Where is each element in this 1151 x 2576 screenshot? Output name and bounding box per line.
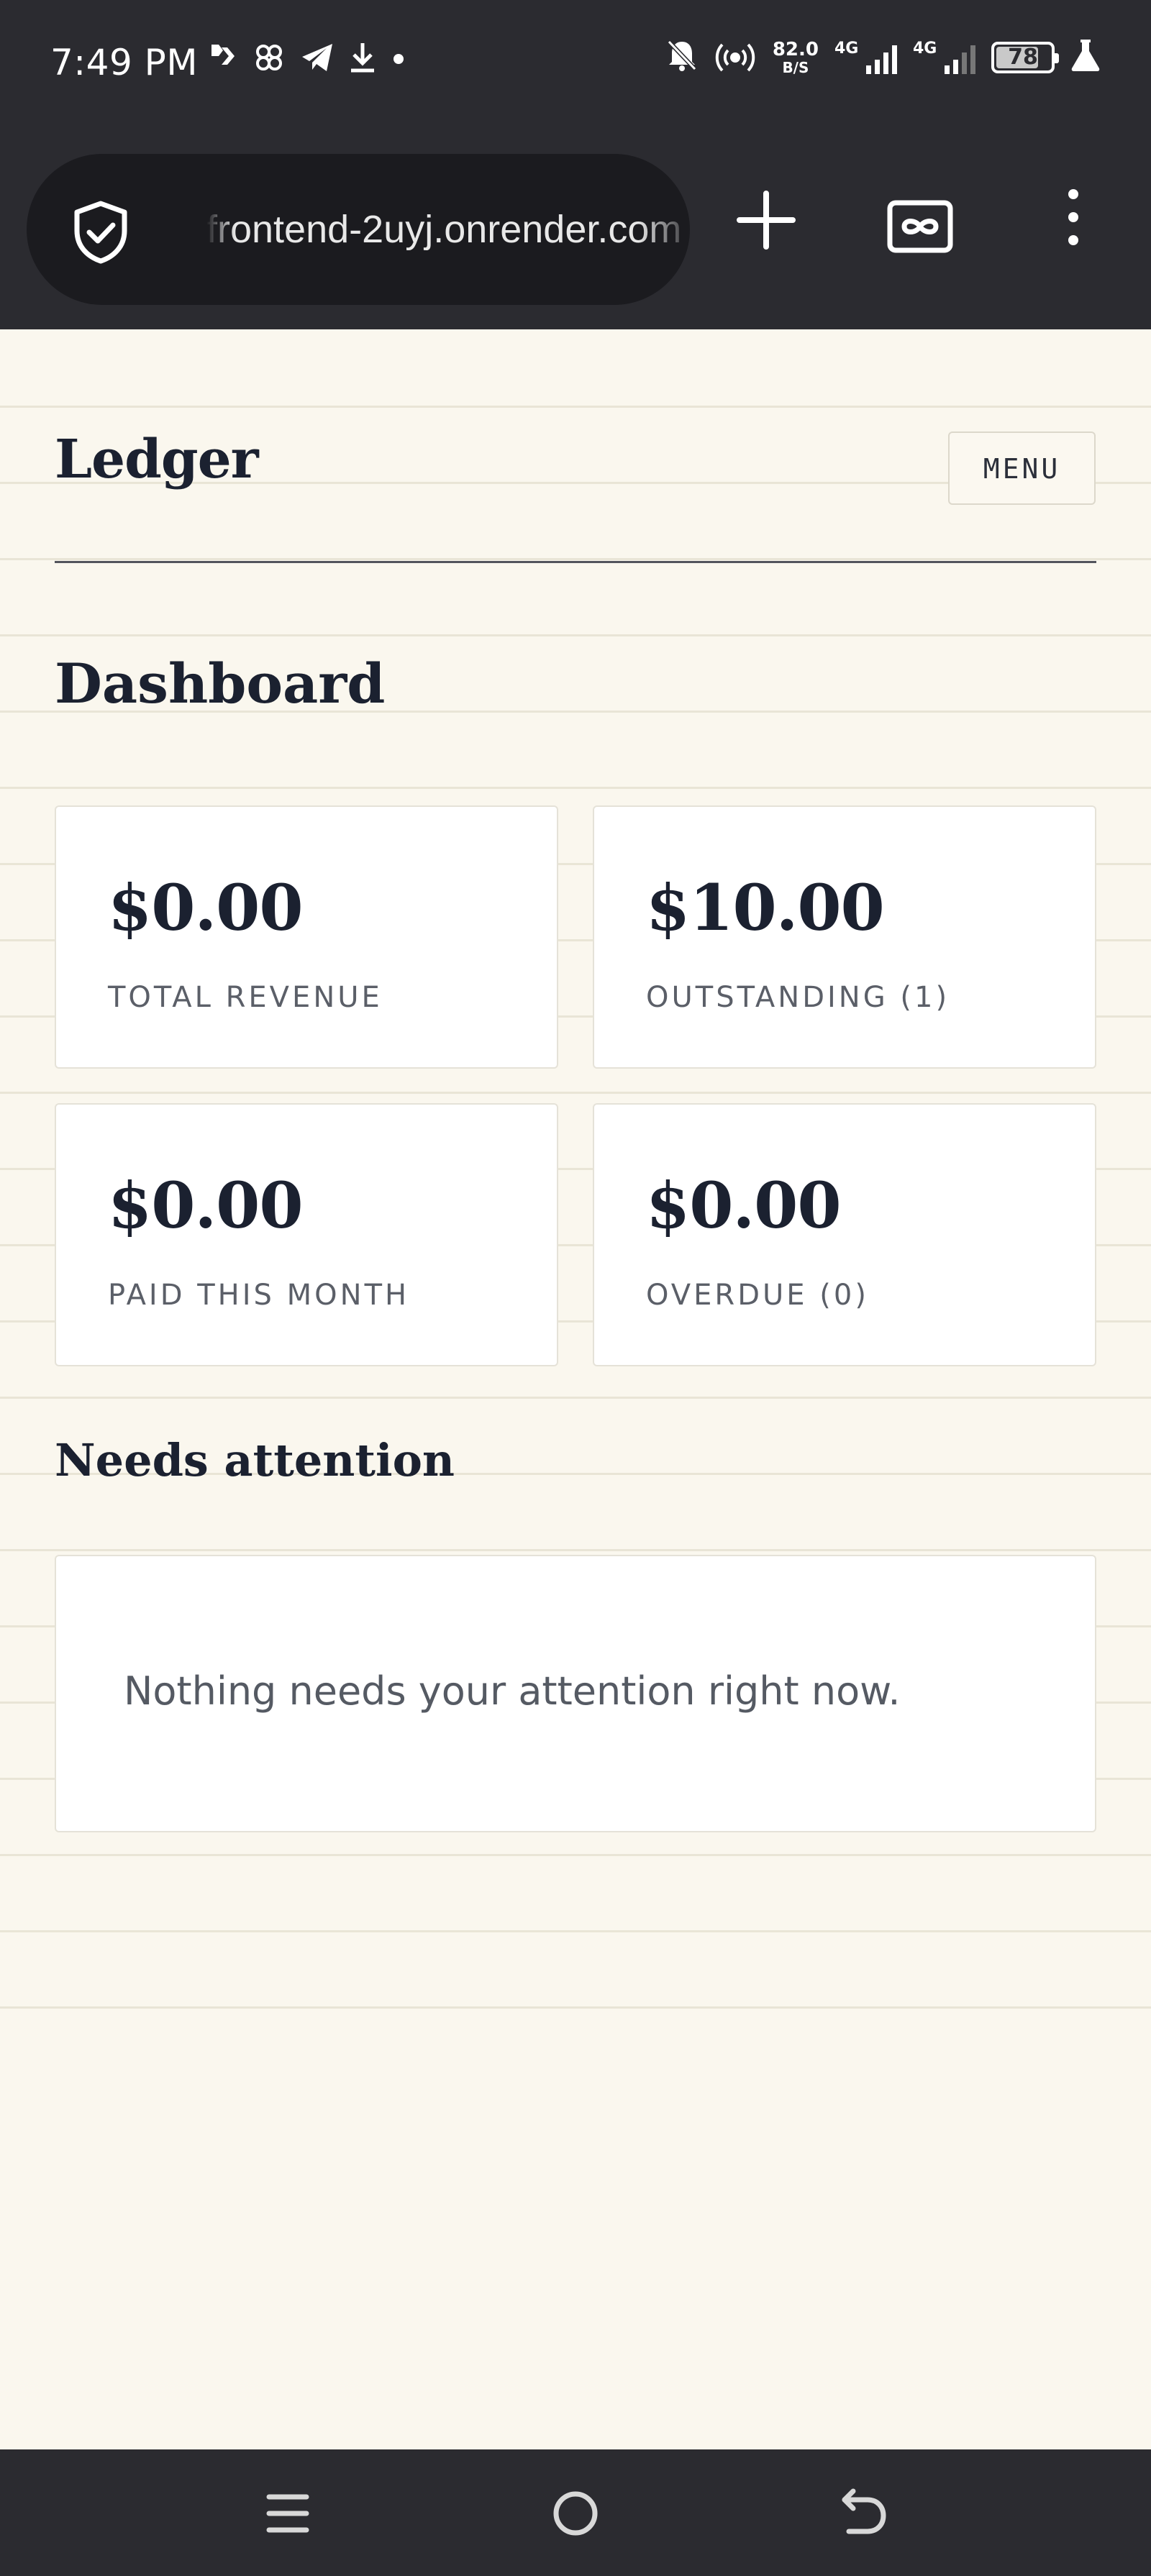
mute-bell-icon <box>666 39 698 76</box>
stat-card-outstanding: $10.00 OUTSTANDING (1) <box>593 805 1096 1069</box>
header-divider <box>55 561 1096 563</box>
menu-button[interactable]: MENU <box>948 431 1096 505</box>
status-time: 7:49 PM <box>50 42 198 83</box>
app-logo[interactable]: Ledger <box>55 429 259 490</box>
telegram-icon <box>301 42 334 73</box>
stat-card-paid-this-month: $0.00 PAID THIS MONTH <box>55 1103 558 1366</box>
stat-label: PAID THIS MONTH <box>108 1279 410 1312</box>
stat-value: $0.00 <box>646 1168 842 1243</box>
ruled-line <box>0 406 1151 408</box>
stat-label: TOTAL REVENUE <box>108 981 383 1014</box>
ruled-line <box>0 1930 1151 1932</box>
stat-value: $0.00 <box>108 870 304 945</box>
stat-card-total-revenue: $0.00 TOTAL REVENUE <box>55 805 558 1069</box>
stat-label: OUTSTANDING (1) <box>646 981 950 1014</box>
pinwheel-icon <box>253 42 285 73</box>
section-title-needs-attention: Needs attention <box>55 1434 455 1486</box>
new-tab-icon[interactable] <box>735 189 797 253</box>
ruled-line <box>0 787 1151 789</box>
signal-1-label: 4G <box>834 39 859 58</box>
attention-card: Nothing needs your attention right now. <box>55 1555 1096 1832</box>
recents-icon[interactable] <box>265 2488 311 2541</box>
flask-icon <box>1070 38 1101 76</box>
stat-card-overdue: $0.00 OVERDUE (0) <box>593 1103 1096 1366</box>
system-nav-bar <box>0 2449 1151 2576</box>
empty-state-message: Nothing needs your attention right now. <box>124 1668 901 1714</box>
back-icon[interactable] <box>839 2488 888 2541</box>
ruled-line <box>0 1092 1151 1094</box>
dot-icon <box>391 42 406 73</box>
stat-value: $10.00 <box>646 870 885 945</box>
address-bar[interactable]: frontend-2uyj.onrender.com <box>27 154 690 305</box>
hotspot-icon <box>714 37 757 77</box>
home-icon[interactable] <box>551 2488 600 2541</box>
notification-icons <box>209 42 406 73</box>
ruled-line <box>0 634 1151 636</box>
download-icon <box>350 42 376 73</box>
ruled-line <box>0 558 1151 560</box>
shield-check-icon[interactable] <box>70 199 132 269</box>
network-speed-unit: B/S <box>782 58 809 76</box>
status-bar: 7:49 PM 82.0 B/S 4G 4G 78 <box>0 0 1151 128</box>
ruled-line <box>0 2006 1151 2009</box>
stat-label: OVERDUE (0) <box>646 1279 869 1312</box>
signal-2-label: 4G <box>913 39 937 58</box>
ruled-line <box>0 1549 1151 1551</box>
url-text[interactable]: frontend-2uyj.onrender.com <box>206 154 690 305</box>
battery-level: 78 <box>1008 45 1038 70</box>
battery-icon: 78 <box>991 41 1059 73</box>
stat-value: $0.00 <box>108 1168 304 1243</box>
system-icons: 82.0 B/S 4G 4G 78 <box>666 37 1101 77</box>
network-speed-value: 82.0 <box>772 38 819 60</box>
signal-icon: 4G <box>834 39 897 74</box>
ruled-line <box>0 1854 1151 1856</box>
browser-toolbar: frontend-2uyj.onrender.com <box>0 128 1151 329</box>
ruled-line <box>0 1397 1151 1399</box>
network-speed: 82.0 B/S <box>773 40 819 75</box>
blinkit-icon <box>209 42 237 73</box>
signal-icon: 4G <box>913 39 975 74</box>
more-vert-icon[interactable] <box>1063 187 1083 250</box>
incognito-tabs-icon[interactable] <box>887 200 953 257</box>
page-content: Ledger MENU Dashboard $0.00 TOTAL REVENU… <box>0 329 1151 2449</box>
page-title: Dashboard <box>55 652 386 716</box>
